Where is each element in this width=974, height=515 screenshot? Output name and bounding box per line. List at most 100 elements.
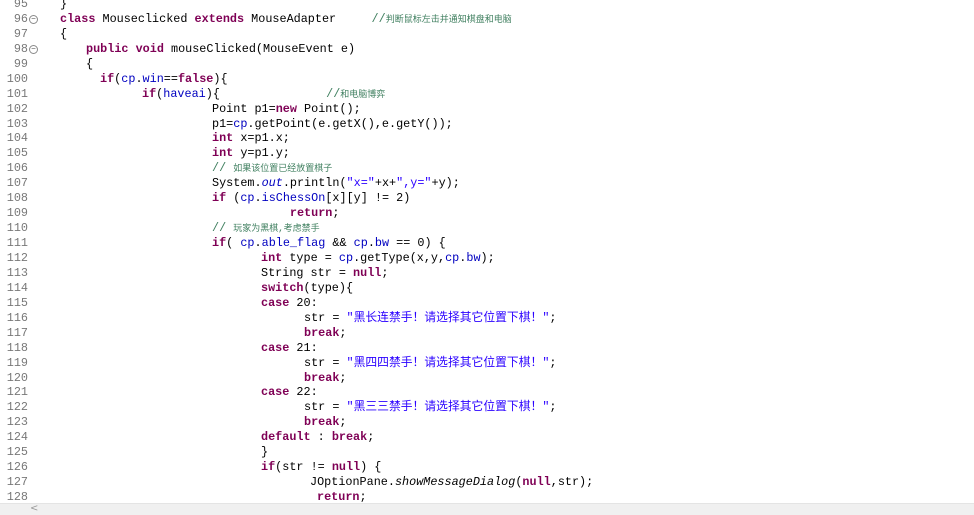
code-token-plain: ;	[549, 310, 557, 325]
code-line[interactable]: 119 str = "黑四四禁手！请选择其它位置下棋！";	[0, 356, 974, 371]
code-line[interactable]: 124 default : break;	[0, 430, 974, 445]
code-token-plain: +x+	[374, 176, 397, 191]
code-line[interactable]: 96− class Mouseclicked extends MouseAdapt…	[0, 12, 974, 27]
code-token-plain: .println(	[282, 176, 347, 191]
code-token-str: ",y="	[396, 176, 432, 191]
code-line[interactable]: 121 case 22:	[0, 385, 974, 400]
code-line[interactable]: 122 str = "黑三三禁手！请选择其它位置下棋！";	[0, 400, 974, 415]
code-token-plain: ;	[367, 430, 375, 445]
code-token-cm: 判断鼠标左击并通知棋盘和电脑	[385, 14, 512, 25]
line-number: 125	[6, 445, 28, 460]
line-number: 114	[6, 280, 28, 295]
code-line[interactable]: 108 if (cp.isChessOn[x][y] != 2)	[0, 191, 974, 206]
code-line[interactable]: 105 int y=p1.y;	[0, 146, 974, 161]
code-line[interactable]: 98− public void mouseClicked(MouseEvent e…	[0, 42, 974, 57]
line-number: 127	[6, 475, 28, 490]
fold-collapse-icon[interactable]: −	[29, 44, 38, 54]
code-token-plain: .	[254, 236, 262, 251]
code-token-kw: break	[304, 370, 340, 385]
line-number: 111	[6, 236, 28, 251]
code-token-kw: default	[261, 430, 311, 445]
code-token-cm: 和电脑博弈	[340, 89, 386, 100]
code-token-plain: );	[480, 250, 495, 265]
code-line[interactable]: 128 return;	[0, 490, 974, 503]
code-text: case 20:	[261, 296, 318, 311]
scroll-left-arrow-icon[interactable]: <	[30, 503, 38, 514]
code-line[interactable]: 118 case 21:	[0, 341, 974, 356]
code-token-plain: ,str);	[550, 475, 594, 490]
horizontal-scrollbar[interactable]: <	[0, 503, 974, 515]
code-text: case 21:	[261, 341, 318, 356]
code-token-kw: new	[275, 101, 297, 116]
code-token-field: cp	[338, 250, 354, 265]
code-text: return;	[317, 490, 367, 503]
code-line[interactable]: 97 {	[0, 27, 974, 42]
code-token-cmt: //	[212, 221, 234, 236]
code-token-kw: int	[212, 131, 234, 146]
code-line[interactable]: 116 str = "黑长连禁手！请选择其它位置下棋！";	[0, 311, 974, 326]
code-line[interactable]: 95}	[0, 0, 974, 12]
code-text: Point p1=new Point();	[212, 102, 361, 117]
code-text: if( cp.able_flag && cp.bw == 0) {	[212, 236, 446, 251]
code-token-plain: p1=	[212, 116, 234, 131]
code-line[interactable]: 112 int type = cp.getType(x,y,cp.bw);	[0, 251, 974, 266]
code-line[interactable]: 110 // 玩家为黑棋,考虑禁手	[0, 221, 974, 236]
code-line[interactable]: 102 Point p1=new Point();	[0, 102, 974, 117]
code-token-plain: System.	[212, 176, 262, 191]
code-text: break;	[304, 415, 347, 430]
code-line[interactable]: 126 if(str != null) {	[0, 460, 974, 475]
code-token-kw: if	[142, 86, 157, 101]
code-line[interactable]: 127 JOptionPane.showMessageDialog(null,st…	[0, 475, 974, 490]
code-line[interactable]: 120 break;	[0, 371, 974, 386]
line-number: 107	[6, 176, 28, 191]
code-token-field: haveai	[163, 86, 206, 101]
code-text: if(cp.win==false){	[100, 72, 228, 87]
code-line[interactable]: 106 // 如果该位置已经放置棋子	[0, 161, 974, 176]
code-line[interactable]: 107 System.out.println("x="+x+",y="+y);	[0, 176, 974, 191]
code-line[interactable]: 114 switch(type){	[0, 281, 974, 296]
code-line[interactable]: 123 break;	[0, 415, 974, 430]
line-number: 121	[6, 385, 28, 400]
code-line[interactable]: 111 if( cp.able_flag && cp.bw == 0) {	[0, 236, 974, 251]
code-line[interactable]: 113 String str = null;	[0, 266, 974, 281]
code-line[interactable]: 101 if(haveai){ //和电脑博弈	[0, 87, 974, 102]
line-number: 102	[6, 101, 28, 116]
line-number: 116	[6, 310, 28, 325]
code-text: default : break;	[261, 430, 374, 445]
code-token-static: out	[261, 176, 283, 191]
code-token-plain: ){	[213, 71, 228, 86]
code-line[interactable]: 115 case 20:	[0, 296, 974, 311]
fold-collapse-icon[interactable]: −	[29, 14, 38, 24]
code-text: // 玩家为黑棋,考虑禁手	[212, 221, 320, 237]
code-token-cm: 玩家为黑棋,考虑禁手	[233, 224, 320, 235]
code-line[interactable]: 117 break;	[0, 326, 974, 341]
code-text: p1=cp.getPoint(e.getX(),e.getY());	[212, 117, 453, 132]
code-token-field: cp	[233, 116, 248, 131]
code-text: System.out.println("x="+x+",y="+y);	[212, 176, 460, 191]
code-line[interactable]: 103 p1=cp.getPoint(e.getX(),e.getY());	[0, 117, 974, 132]
code-token-kw: return	[317, 490, 360, 503]
code-token-plain: ;	[339, 325, 347, 340]
code-token-str: "黑长连禁手！请选择其它位置下棋！"	[346, 310, 550, 325]
line-number: 100	[6, 71, 28, 86]
code-text: public void mouseClicked(MouseEvent e)	[86, 42, 355, 57]
code-editor[interactable]: 95} 96− class Mouseclicked extends MouseAd…	[0, 0, 974, 503]
code-token-field: win	[142, 71, 164, 86]
code-token-plain: }	[261, 445, 269, 460]
line-number: 108	[6, 191, 28, 206]
code-line[interactable]: 125}	[0, 445, 974, 460]
code-text: str = "黑四四禁手！请选择其它位置下棋！";	[304, 356, 557, 371]
code-line[interactable]: 100 if(cp.win==false){	[0, 72, 974, 87]
code-token-italic: showMessageDialog	[394, 475, 516, 490]
code-text: {	[86, 57, 93, 72]
code-token-field: cp	[353, 236, 368, 251]
code-token-kw: extends	[194, 11, 245, 26]
code-line[interactable]: 99 {	[0, 57, 974, 72]
code-token-plain: .	[135, 71, 143, 86]
code-line[interactable]: 109 return;	[0, 206, 974, 221]
code-line[interactable]: 104 int x=p1.x;	[0, 131, 974, 146]
code-token-plain: 22:	[289, 385, 318, 400]
code-token-plain: Point();	[296, 101, 361, 116]
code-token-kw: null	[353, 265, 382, 280]
line-number: 96	[13, 11, 28, 26]
